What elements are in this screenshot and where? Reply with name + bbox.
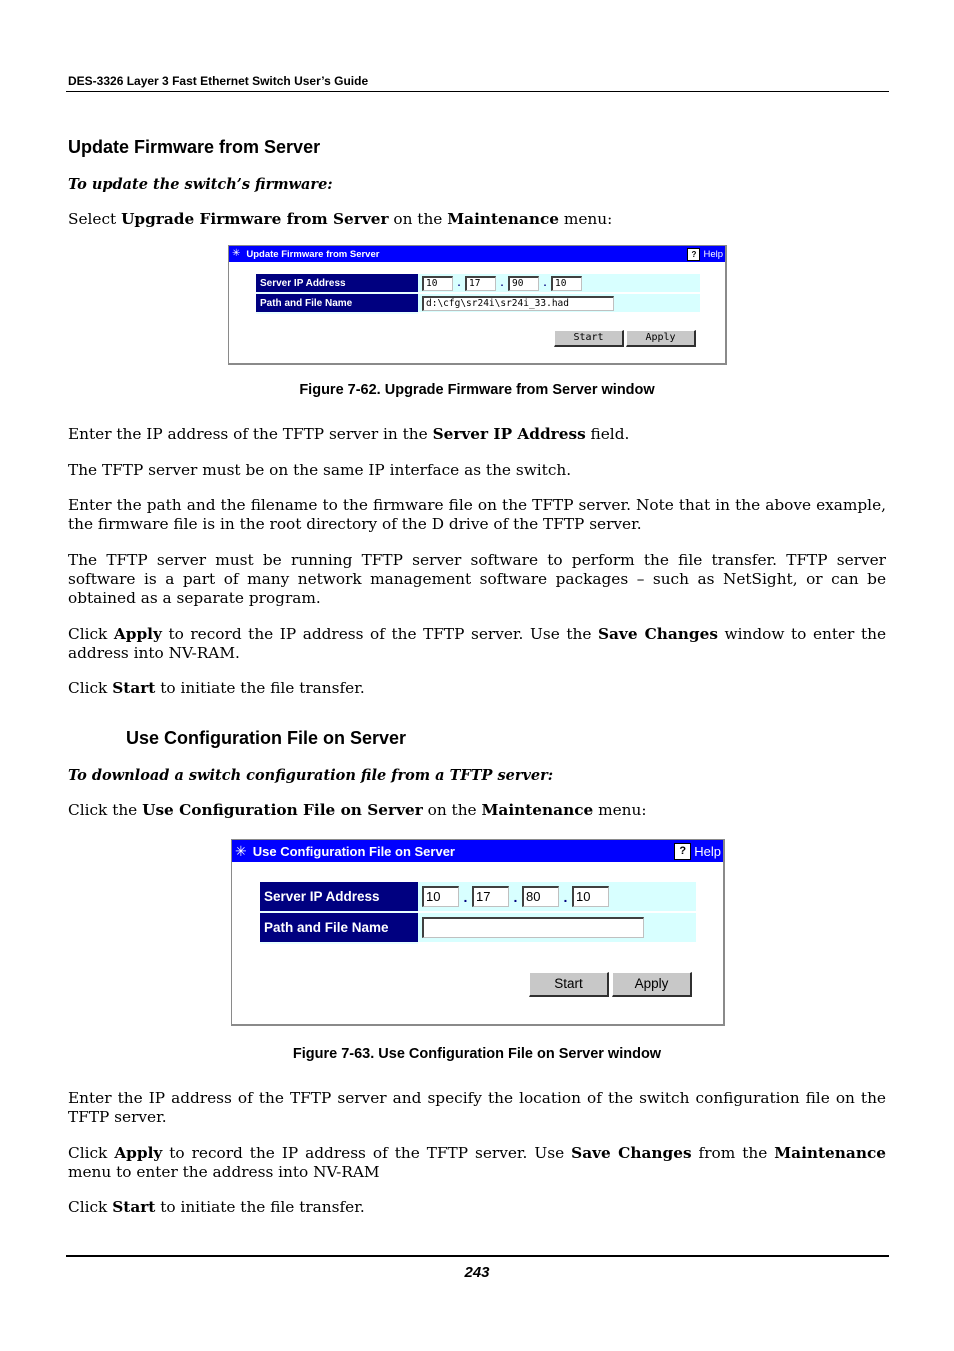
ip-separator: .: [457, 277, 461, 289]
ip-separator: .: [513, 888, 518, 905]
ip-octet-3-input[interactable]: 80: [522, 886, 559, 907]
text: Click: [68, 679, 113, 697]
ip-separator: .: [563, 888, 568, 905]
procedure-subheading: To update the switch’s firmware:: [68, 176, 333, 193]
form-row-server-ip: Server IP Address 10. 17. 80. 10: [260, 882, 696, 913]
help-button[interactable]: ? Help: [674, 842, 721, 860]
form-table: Server IP Address 10. 17. 90. 10 Path and F…: [256, 274, 700, 314]
paragraph: Click Apply to record the IP address of …: [68, 1144, 886, 1182]
bold-text: Save Changes: [571, 1144, 692, 1162]
ip-separator: .: [463, 888, 468, 905]
section-heading-use-config-file: Use Configuration File on Server: [126, 728, 407, 748]
server-ip-fields: 10. 17. 90. 10: [418, 274, 700, 294]
bold-text: Maintenance: [774, 1144, 886, 1162]
server-ip-label: Server IP Address: [260, 882, 418, 913]
help-label: Help: [694, 843, 721, 859]
figure-caption: Figure 7-63. Use Configuration File on S…: [292, 1046, 662, 1062]
question-icon: ?: [687, 247, 701, 261]
help-label: Help: [703, 248, 723, 260]
ip-octet-3-input[interactable]: 90: [508, 275, 539, 291]
paragraph: Enter the IP address of the TFTP server …: [68, 1089, 886, 1126]
path-file-name-input[interactable]: [422, 917, 644, 938]
apply-button[interactable]: Apply: [612, 972, 692, 997]
start-button[interactable]: Start: [554, 330, 624, 347]
bold-text: Apply: [113, 625, 162, 643]
form-table: Server IP Address 10. 17. 80. 10 Path and F…: [260, 882, 696, 944]
intro-paragraph: Select Upgrade Firmware from Server on t…: [68, 210, 886, 229]
ip-octet-2-input[interactable]: 17: [472, 886, 509, 907]
paragraph: The TFTP server must be on the same IP i…: [68, 461, 572, 479]
text: to initiate the file transfer.: [155, 679, 365, 697]
bold-text: Upgrade Firmware from Server: [121, 210, 389, 228]
text: field.: [585, 425, 630, 443]
footer-rule: [66, 1255, 889, 1257]
ip-octet-2-input[interactable]: 17: [465, 275, 496, 291]
bold-text: Save Changes: [597, 625, 718, 643]
ip-octet-1-input[interactable]: 10: [422, 275, 453, 291]
path-label: Path and File Name: [260, 912, 418, 944]
form-row-path: Path and File Name d:\cfg\sr24i\sr24i_33…: [256, 293, 700, 314]
path-file-name-input[interactable]: d:\cfg\sr24i\sr24i_33.had: [422, 295, 614, 311]
text: on the: [388, 210, 448, 228]
window-titlebar: ✳ Use Configuration File on Server ? Hel…: [232, 840, 723, 862]
paragraph: Click Start to initiate the file transfe…: [68, 1198, 886, 1217]
text: menu:: [593, 801, 647, 819]
text: from the: [691, 1144, 775, 1162]
ip-octet-4-input[interactable]: 10: [551, 275, 582, 291]
path-field-cell: [418, 912, 696, 944]
text: on the: [422, 801, 482, 819]
ip-separator: .: [543, 277, 547, 289]
paragraph: Click Apply to record the IP address of …: [68, 625, 886, 663]
text: Select: [68, 210, 122, 228]
ip-octet-1-input[interactable]: 10: [422, 886, 459, 907]
use-config-file-window: ✳ Use Configuration File on Server ? Hel…: [231, 839, 725, 1026]
text: to record the IP address of the TFTP ser…: [162, 1144, 572, 1162]
paragraph: The TFTP server must be running TFTP ser…: [68, 551, 886, 607]
text: to record the IP address of the TFTP ser…: [161, 625, 598, 643]
bold-text: Start: [112, 1198, 156, 1216]
text: Click the: [68, 801, 143, 819]
server-ip-label: Server IP Address: [256, 274, 418, 294]
question-icon: ?: [674, 842, 692, 860]
network-icon: ✳: [235, 843, 247, 859]
text: Click: [68, 1144, 115, 1162]
start-button[interactable]: Start: [529, 972, 609, 997]
paragraph: Enter the path and the filename to the f…: [68, 496, 886, 533]
header-rule: [66, 91, 889, 92]
intro-paragraph: Click the Use Configuration File on Serv…: [68, 801, 886, 820]
bold-text: Maintenance: [447, 210, 559, 228]
window-title: Update Firmware from Server: [246, 248, 380, 260]
paragraph: Enter the IP address of the TFTP server …: [68, 425, 886, 444]
text: Click: [68, 625, 114, 643]
window-titlebar: ✳ Update Firmware from Server ? Help: [229, 246, 725, 262]
procedure-subheading: To download a switch configuration file …: [68, 767, 554, 784]
section-heading-update-firmware: Update Firmware from Server: [68, 137, 321, 157]
bold-text: Use Configuration File on Server: [142, 801, 423, 819]
window-title: Use Configuration File on Server: [252, 843, 455, 859]
running-header: DES-3326 Layer 3 Fast Ethernet Switch Us…: [68, 74, 369, 88]
text: to initiate the file transfer.: [155, 1198, 365, 1216]
form-row-server-ip: Server IP Address 10. 17. 90. 10: [256, 274, 700, 294]
text: menu:: [559, 210, 613, 228]
form-row-path: Path and File Name: [260, 912, 696, 944]
ip-separator: .: [500, 277, 504, 289]
figure-caption: Figure 7-62. Upgrade Firmware from Serve…: [299, 382, 655, 398]
help-button[interactable]: ? Help: [687, 247, 723, 261]
text: menu to enter the address into NV-RAM: [68, 1163, 380, 1181]
update-firmware-window: ✳ Update Firmware from Server ? Help Ser…: [228, 245, 727, 365]
path-field-cell: d:\cfg\sr24i\sr24i_33.had: [418, 293, 700, 314]
apply-button[interactable]: Apply: [626, 330, 696, 347]
ip-octet-4-input[interactable]: 10: [572, 886, 609, 907]
text: Click: [68, 1198, 113, 1216]
bold-text: Apply: [114, 1144, 163, 1162]
paragraph: Click Start to initiate the file transfe…: [68, 679, 886, 698]
bold-text: Start: [112, 679, 156, 697]
page-number: 243: [464, 1264, 490, 1281]
bold-text: Maintenance: [481, 801, 594, 819]
text: Enter the IP address of the TFTP server …: [68, 425, 433, 443]
server-ip-fields: 10. 17. 80. 10: [418, 882, 696, 913]
network-icon: ✳: [232, 248, 241, 259]
path-label: Path and File Name: [256, 293, 418, 314]
bold-text: Server IP Address: [432, 425, 586, 443]
